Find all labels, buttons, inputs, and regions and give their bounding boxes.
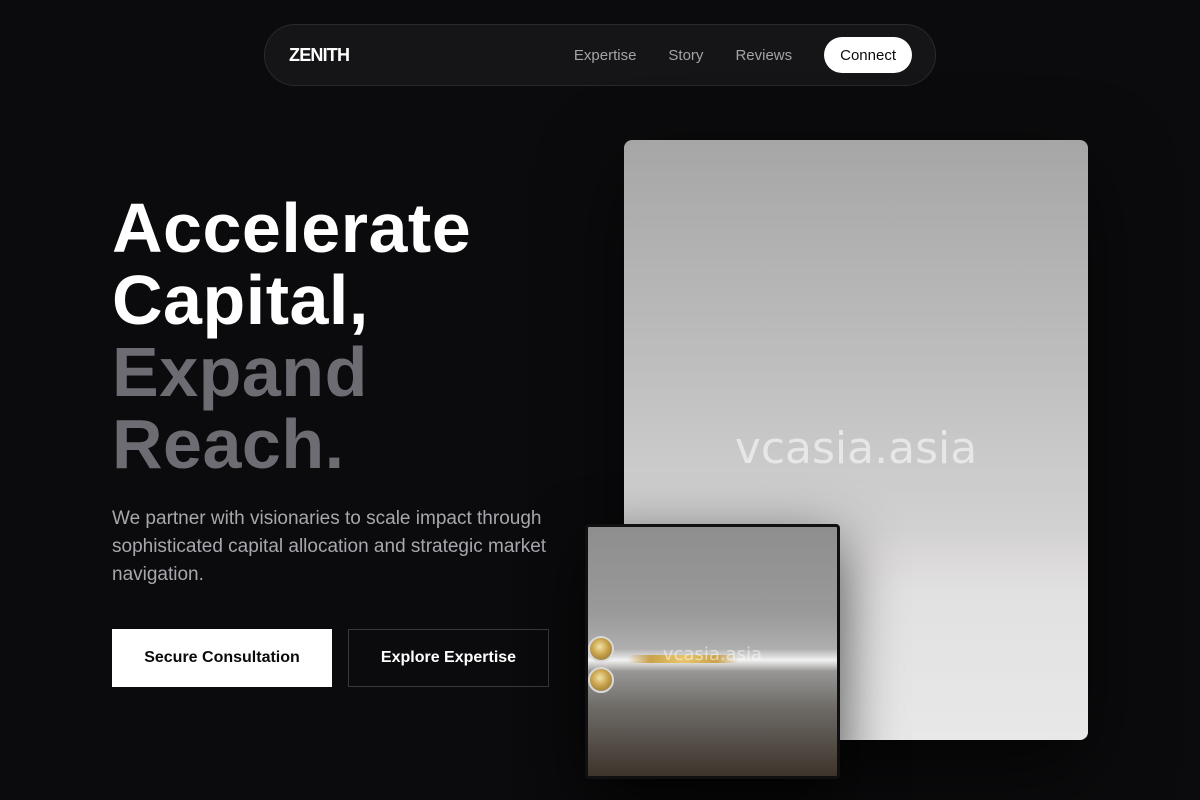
explore-expertise-button[interactable]: Explore Expertise — [348, 629, 549, 687]
page: ZENITH Expertise Story Reviews Connect A… — [0, 0, 1200, 800]
headline-line-1: Accelerate — [112, 189, 472, 267]
hero-subtitle: We partner with visionaries to scale imp… — [112, 508, 547, 585]
top-nav: ZENITH Expertise Story Reviews Connect — [264, 24, 936, 86]
logo[interactable]: ZENITH — [289, 45, 350, 66]
hero-headline: Accelerate Capital, Expand Reach. — [112, 192, 471, 480]
headline-line-2: Capital, — [112, 261, 369, 339]
nav-link-expertise[interactable]: Expertise — [574, 47, 637, 64]
nav-link-reviews[interactable]: Reviews — [735, 47, 792, 64]
connect-button[interactable]: Connect — [824, 37, 912, 73]
headline-line-3: Expand — [112, 333, 368, 411]
hero-image-small: vcasia.asia — [585, 524, 840, 779]
nav-links: Expertise Story Reviews Connect — [574, 37, 912, 73]
watermark: vcasia.asia — [734, 423, 978, 474]
coin-reflection-icon — [588, 667, 614, 693]
headline-line-4: Reach. — [112, 405, 345, 483]
secure-consultation-button[interactable]: Secure Consultation — [112, 629, 332, 687]
nav-link-story[interactable]: Story — [668, 47, 703, 64]
watermark-small: vcasia.asia — [662, 644, 763, 665]
